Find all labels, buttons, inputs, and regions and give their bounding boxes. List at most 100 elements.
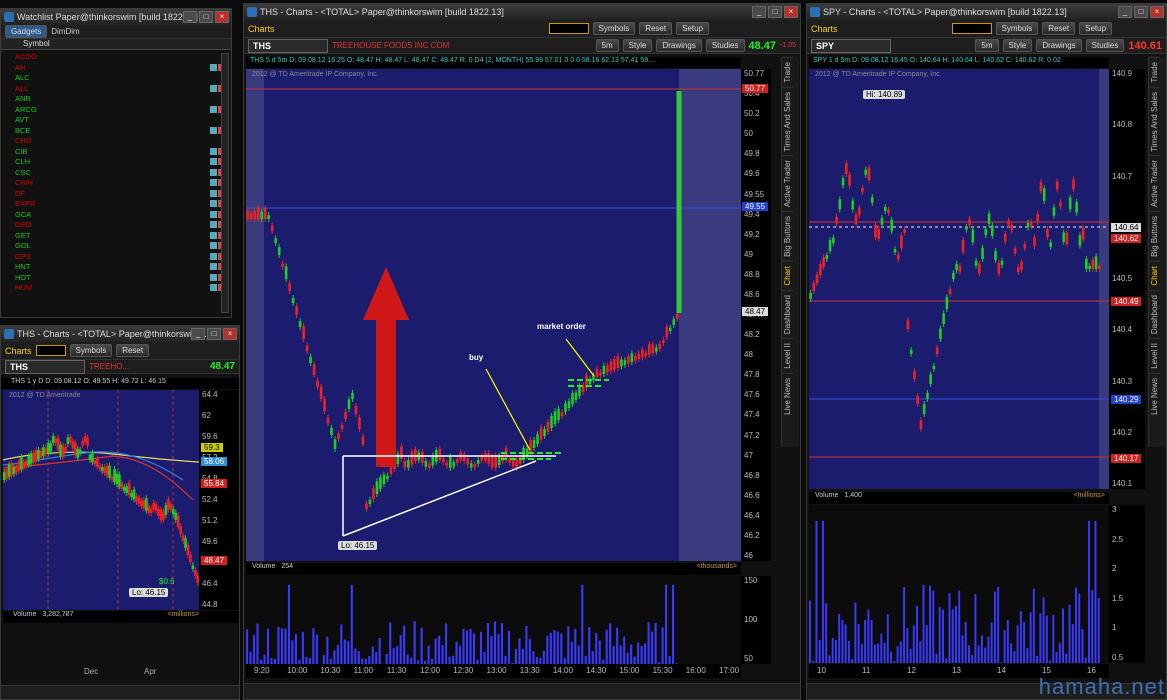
watchlist-row[interactable]: AH [1, 63, 231, 74]
side-tab[interactable]: Chart [782, 261, 793, 290]
small-bottom-toolbar[interactable] [1, 685, 239, 699]
color-box[interactable] [35, 345, 66, 356]
minimize-icon[interactable]: _ [1118, 6, 1132, 18]
style-button[interactable]: Style [622, 39, 653, 52]
small-volume-area[interactable] [3, 624, 199, 664]
charts-tab[interactable]: Charts [248, 24, 275, 34]
side-tab[interactable]: Trade [782, 57, 793, 87]
minimize-icon[interactable]: _ [191, 328, 205, 340]
info-icon[interactable] [210, 242, 217, 249]
watchlist-row[interactable]: ACOO [1, 52, 231, 63]
side-tab[interactable]: Big Buttons [782, 211, 793, 262]
watchlist-row[interactable]: BCE [1, 126, 231, 137]
watchlist-row[interactable]: ARCO [1, 105, 231, 116]
side-tab[interactable]: Trade [1149, 57, 1160, 87]
side-tab[interactable]: Times And Sales [782, 86, 793, 156]
symbol-input[interactable]: THS [248, 38, 328, 53]
drawings-button[interactable]: Drawings [1036, 39, 1082, 52]
spy-titlebar[interactable]: SPY - Charts - <TOTAL> Paper@thinkorswim… [807, 4, 1166, 20]
close-icon[interactable]: × [223, 328, 237, 340]
watchlist-titlebar[interactable]: Watchlist Paper@thinkorswim [build 1822.… [1, 9, 231, 25]
side-tab[interactable]: Big Buttons [1149, 211, 1160, 262]
reset-button[interactable]: Reset [116, 344, 150, 357]
small-titlebar[interactable]: THS - Charts - <TOTAL> Paper@thinkorswim… [1, 326, 239, 342]
main-titlebar[interactable]: THS - Charts - <TOTAL> Paper@thinkorswim… [244, 4, 800, 20]
watchlist-row[interactable]: GCA [1, 210, 231, 221]
watchlist-row[interactable]: HUM [1, 283, 231, 294]
info-icon[interactable] [210, 147, 217, 155]
info-icon[interactable] [210, 179, 217, 186]
watchlist-row[interactable]: DF [1, 189, 231, 200]
maximize-icon[interactable]: □ [199, 11, 213, 23]
side-tab[interactable]: Level II [782, 338, 793, 373]
info-icon[interactable] [210, 105, 217, 113]
close-icon[interactable]: × [215, 11, 229, 23]
setup-button[interactable]: Setup [1079, 22, 1113, 35]
info-icon[interactable] [210, 168, 217, 176]
small-y-axis[interactable]: 64.46259.657.254.852.451.249.648.446.444… [199, 390, 239, 610]
watchlist-row[interactable]: GOL [1, 241, 231, 252]
maximize-icon[interactable]: □ [207, 328, 221, 340]
timeframe-button[interactable]: 5m [975, 39, 999, 52]
minimize-icon[interactable]: _ [752, 6, 766, 18]
maximize-icon[interactable]: □ [768, 6, 782, 18]
watchlist-row[interactable]: HOT [1, 273, 231, 284]
symbols-button[interactable]: Symbols [995, 22, 1039, 35]
close-icon[interactable]: × [1150, 6, 1164, 18]
info-icon[interactable] [210, 200, 217, 207]
symbols-button[interactable]: Symbols [592, 22, 636, 35]
side-tab[interactable]: Active Trader [782, 155, 793, 212]
watchlist-row[interactable]: CSC [1, 168, 231, 179]
color-box[interactable] [548, 23, 589, 34]
symbols-button[interactable]: Symbols [69, 344, 113, 357]
reset-button[interactable]: Reset [639, 22, 673, 35]
setup-button[interactable]: Setup [676, 22, 710, 35]
studies-button[interactable]: Studies [705, 39, 745, 52]
info-icon[interactable] [210, 63, 217, 71]
watchlist-row[interactable]: AVT [1, 115, 231, 126]
watchlist-row[interactable]: ALC [1, 73, 231, 84]
close-icon[interactable]: × [784, 6, 798, 18]
symbol-input[interactable]: SPY [811, 38, 891, 53]
symbol-input[interactable]: THS [5, 359, 85, 374]
gadgets-button[interactable]: Gadgets [5, 25, 48, 38]
watchlist-row[interactable]: ANR [1, 94, 231, 105]
watchlist-scrollbar[interactable] [221, 53, 229, 313]
side-tab[interactable]: Active Trader [1149, 155, 1160, 212]
spy-y-axis[interactable]: 140.9140.8140.7140.6140.5140.4140.3140.2… [1109, 69, 1145, 489]
side-tab[interactable]: Dashboard [782, 289, 793, 339]
side-tab[interactable]: Dashboard [1149, 289, 1160, 339]
info-icon[interactable] [210, 84, 217, 92]
side-tab[interactable]: Live News [782, 372, 793, 419]
reset-button[interactable]: Reset [1042, 22, 1076, 35]
side-tab[interactable]: Level II [1149, 338, 1160, 373]
watchlist-row[interactable]: CLH [1, 157, 231, 168]
maximize-icon[interactable]: □ [1134, 6, 1148, 18]
info-icon[interactable] [210, 158, 217, 165]
color-box[interactable] [951, 23, 992, 34]
style-button[interactable]: Style [1002, 39, 1033, 52]
info-icon[interactable] [210, 126, 217, 134]
watchlist-row[interactable]: HNT [1, 262, 231, 273]
watchlist-row[interactable]: CWH [1, 178, 231, 189]
side-tab[interactable]: Chart [1149, 261, 1160, 290]
watchlist-row[interactable]: CIB [1, 147, 231, 158]
watchlist-header[interactable]: Symbol [1, 39, 231, 50]
info-icon[interactable] [210, 263, 217, 270]
info-icon[interactable] [210, 273, 217, 281]
side-tab[interactable]: Times And Sales [1149, 86, 1160, 156]
info-icon[interactable] [210, 189, 217, 197]
watchlist-row[interactable]: GET [1, 231, 231, 242]
watchlist-row[interactable]: EXPR [1, 199, 231, 210]
info-icon[interactable] [210, 210, 217, 218]
timeframe-button[interactable]: 5m [595, 39, 619, 52]
watchlist-row[interactable]: GEO [1, 220, 231, 231]
charts-tab[interactable]: Charts [811, 24, 838, 34]
info-icon[interactable] [210, 221, 217, 228]
side-tab[interactable]: Live News [1149, 372, 1160, 419]
minimize-icon[interactable]: _ [183, 11, 197, 23]
charts-tab[interactable]: Charts [5, 346, 32, 356]
info-icon[interactable] [210, 252, 217, 260]
studies-button[interactable]: Studies [1085, 39, 1125, 52]
info-icon[interactable] [210, 231, 217, 239]
